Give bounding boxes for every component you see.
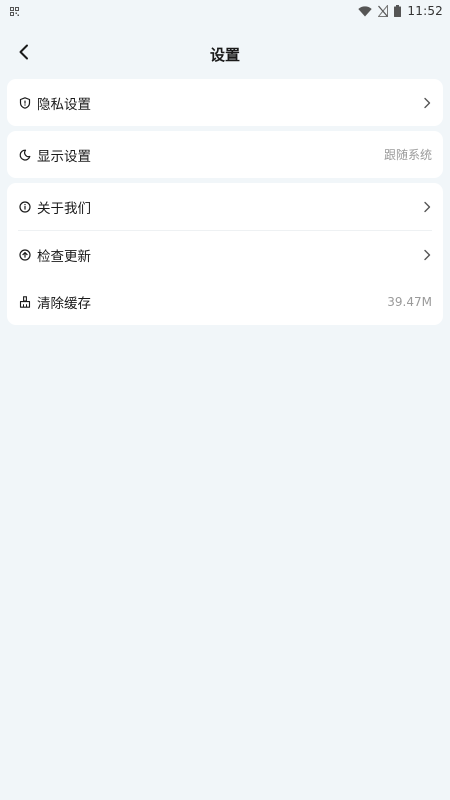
chevron-right-icon	[422, 97, 432, 109]
battery-icon	[394, 5, 402, 17]
broom-icon	[19, 295, 31, 308]
back-arrow-icon	[18, 44, 30, 64]
chevron-right-icon	[422, 201, 432, 213]
info-icon	[19, 200, 31, 213]
display-settings-row[interactable]: 显示设置 跟随系统	[7, 131, 443, 178]
wifi-icon	[358, 5, 373, 17]
no-signal-icon	[378, 5, 389, 17]
moon-icon	[19, 149, 31, 161]
status-bar: 11:52	[0, 0, 450, 22]
general-card: 关于我们 检查更新 清除缓存 39.47M	[7, 183, 443, 325]
about-us-row[interactable]: 关于我们	[7, 183, 443, 230]
clear-cache-row[interactable]: 清除缓存 39.47M	[7, 278, 443, 325]
clear-cache-label: 清除缓存	[37, 295, 91, 312]
display-settings-label: 显示设置	[37, 148, 91, 165]
chevron-right-icon	[422, 249, 432, 261]
back-button[interactable]	[12, 42, 36, 66]
privacy-settings-row[interactable]: 隐私设置	[7, 79, 443, 126]
app-bar: 设置	[0, 32, 450, 76]
upload-icon	[19, 248, 31, 261]
shield-icon	[19, 96, 31, 109]
page-title: 设置	[209, 45, 240, 64]
cache-size-value: 39.47M	[387, 294, 432, 309]
status-right: 11:52	[358, 4, 443, 18]
privacy-settings-label: 隐私设置	[37, 96, 91, 113]
display-card: 显示设置 跟随系统	[7, 131, 443, 178]
status-left	[10, 6, 19, 16]
check-update-label: 检查更新	[37, 248, 91, 265]
status-time: 11:52	[407, 4, 443, 18]
display-settings-value: 跟随系统	[383, 148, 432, 162]
qr-icon	[10, 6, 19, 16]
privacy-card: 隐私设置	[7, 79, 443, 126]
check-update-row[interactable]: 检查更新	[7, 231, 443, 278]
about-us-label: 关于我们	[37, 200, 91, 217]
